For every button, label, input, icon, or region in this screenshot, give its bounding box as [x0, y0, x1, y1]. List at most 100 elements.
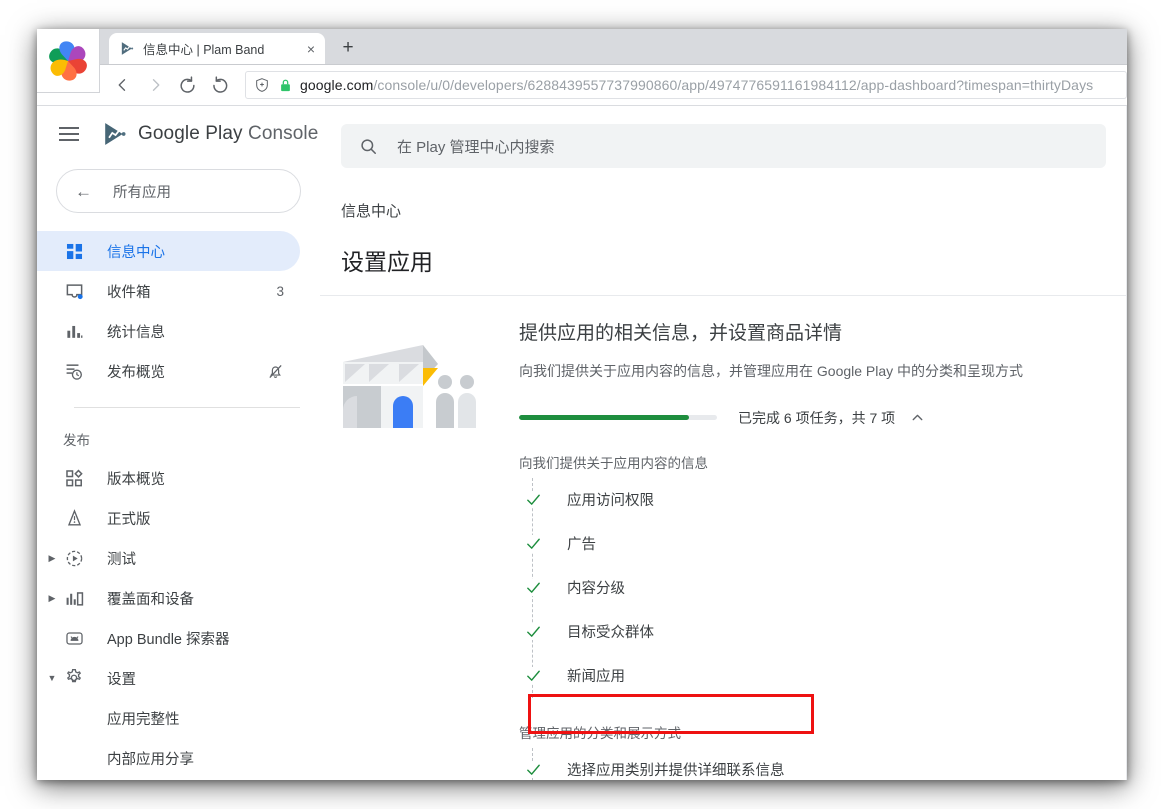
release-overview-icon	[63, 469, 85, 488]
check-icon	[519, 579, 547, 597]
chevron-up-icon[interactable]	[909, 409, 926, 426]
hamburger-menu-icon[interactable]	[59, 122, 83, 146]
card-heading: 提供应用的相关信息，并设置商品详情	[519, 323, 843, 344]
sidebar-item-release-overview[interactable]: 发布概览	[37, 351, 300, 391]
sidebar-item-internal-app-sharing[interactable]: 内部应用分享	[37, 738, 300, 778]
content-right-edge	[1126, 106, 1127, 780]
checklist-group-one: 应用访问权限 广告 内容分级 目标受众群体 新闻应用	[519, 477, 1127, 698]
inbox-icon	[63, 282, 85, 301]
browser-toolbar: google.com/console/u/0/developers/628843…	[37, 65, 1127, 106]
sidebar-item-label: 信息中心	[107, 244, 165, 261]
google-play-console-favicon	[119, 41, 135, 57]
check-icon	[519, 491, 547, 509]
sidebar-item-label: 测试	[107, 551, 136, 568]
checklist-item-target-audience[interactable]: 目标受众群体	[519, 610, 1127, 654]
setup-app-card-body: 提供应用的相关信息，并设置商品详情 向我们提供关于应用内容的信息，并管理应用在 …	[491, 322, 1127, 780]
sidebar-item-testing[interactable]: ▶ 测试	[37, 538, 300, 578]
sidebar-item-dashboard[interactable]: 信息中心	[37, 231, 300, 271]
secure-lock-icon	[279, 78, 292, 93]
sidebar-item-label: 覆盖面和设备	[107, 591, 194, 608]
brand-title: Google Play Console	[138, 123, 318, 145]
chevron-down-icon[interactable]: ▼	[45, 673, 59, 683]
checklist-group-one-label: 向我们提供关于应用内容的信息	[519, 455, 708, 471]
google-play-console-logo	[102, 120, 130, 148]
sidebar-item-label: 应用完整性	[107, 711, 180, 728]
page-title: 设置应用	[341, 249, 433, 275]
history-back-icon[interactable]	[205, 71, 233, 99]
testing-play-icon	[63, 549, 85, 568]
all-apps-label: 所有应用	[113, 184, 171, 201]
check-icon	[519, 535, 547, 553]
sidebar-item-label: 发布概览	[107, 364, 165, 381]
checklist-item-content-rating[interactable]: 内容分级	[519, 566, 1127, 610]
new-tab-button[interactable]: +	[335, 35, 361, 61]
reload-button[interactable]	[173, 71, 201, 99]
browser-tab-title: 信息中心 | Plam Band	[143, 43, 265, 57]
checklist-item-app-access[interactable]: 应用访问权限	[519, 478, 1127, 522]
checklist-item-select-category[interactable]: 选择应用类别并提供详细联系信息	[519, 748, 1127, 780]
sidebar-item-label: 设置	[107, 671, 136, 688]
sidebar-item-settings[interactable]: ▼ 设置	[37, 658, 300, 698]
screenshot-root: 信息中心 | Plam Band × + google.com/console/…	[0, 0, 1161, 809]
search-area: 在 Play 管理中心内搜索	[320, 106, 1127, 168]
url-path: /console/u/0/developers/6288439557737990…	[373, 77, 1094, 93]
close-icon[interactable]: ×	[303, 41, 319, 57]
url-host: google.com	[300, 77, 374, 93]
breadcrumb[interactable]: 信息中心	[320, 168, 1127, 221]
dashboard-grid-icon	[63, 242, 85, 261]
sidebar-item-app-bundle-explorer[interactable]: App Bundle 探索器	[37, 618, 300, 658]
progress-bar-fill	[519, 415, 690, 421]
sidebar-item-reach-devices[interactable]: ▶ 覆盖面和设备	[37, 578, 300, 618]
brand-title-secondary: Console	[248, 123, 319, 144]
card-subheading: 向我们提供关于应用内容的信息，并管理应用在 Google Play 中的分类和呈…	[519, 362, 1024, 379]
check-icon	[519, 667, 547, 685]
checklist-item-label: 选择应用类别并提供详细联系信息	[567, 763, 785, 780]
storefront-illustration	[341, 340, 491, 780]
app-bundle-icon	[63, 629, 85, 648]
tracking-protection-shield-icon[interactable]	[254, 77, 270, 93]
checklist-group-two: 选择应用类别并提供详细联系信息 设置商品详情 ›	[519, 747, 1127, 780]
browser-tab[interactable]: 信息中心 | Plam Band ×	[109, 33, 325, 64]
sidebar-item-label: 统计信息	[107, 324, 165, 341]
sidebar-item-app-integrity[interactable]: 应用完整性	[37, 698, 300, 738]
check-icon	[519, 623, 547, 641]
sidebar-item-label: 版本概览	[107, 471, 165, 488]
reach-devices-icon	[63, 589, 85, 608]
notifications-off-icon[interactable]	[267, 363, 284, 380]
sidebar-item-inbox[interactable]: 收件箱 3	[37, 271, 300, 311]
sidebar-primary-nav: 信息中心 收件箱 3 统计信息 发布概览 发布 版本概览 正式版 ▶ 测试 ▶ …	[37, 231, 320, 778]
bar-chart-icon	[63, 322, 85, 341]
gear-icon	[63, 668, 85, 688]
check-icon	[519, 761, 547, 779]
checklist-item-label: 目标受众群体	[567, 625, 654, 642]
address-bar-url: google.com/console/u/0/developers/628843…	[300, 77, 1093, 93]
arrow-left-icon: ←	[75, 181, 92, 201]
checklist-group-two-label: 管理应用的分类和展示方式	[519, 725, 681, 741]
all-apps-button[interactable]: ← 所有应用	[56, 169, 301, 213]
chevron-right-icon[interactable]: ▶	[45, 553, 59, 563]
setup-app-card: 提供应用的相关信息，并设置商品详情 向我们提供关于应用内容的信息，并管理应用在 …	[320, 296, 1127, 780]
search-placeholder: 在 Play 管理中心内搜索	[397, 138, 555, 156]
checklist-item-label: 应用访问权限	[567, 493, 654, 510]
address-bar[interactable]: google.com/console/u/0/developers/628843…	[245, 71, 1127, 99]
forward-button[interactable]	[141, 71, 169, 99]
sidebar-item-release-summary[interactable]: 版本概览	[37, 458, 300, 498]
chevron-right-icon[interactable]: ▶	[45, 593, 59, 603]
browser-tab-strip: 信息中心 | Plam Band × +	[37, 29, 1127, 93]
sidebar-item-label: App Bundle 探索器	[107, 631, 230, 648]
rocket-icon	[63, 508, 85, 528]
search-input[interactable]: 在 Play 管理中心内搜索	[341, 124, 1106, 168]
sidebar-brand-row: Google Play Console	[37, 106, 320, 162]
sidebar-item-statistics[interactable]: 统计信息	[37, 311, 300, 351]
back-button[interactable]	[109, 71, 137, 99]
sidebar-item-label: 收件箱	[107, 284, 151, 301]
browser-app-logo	[37, 29, 100, 93]
release-clock-icon	[63, 362, 85, 381]
progress-bar	[519, 415, 717, 421]
checklist-item-news-app[interactable]: 新闻应用	[519, 654, 1127, 698]
sidebar: Google Play Console ← 所有应用 信息中心 收件箱 3 统计…	[37, 106, 320, 780]
checklist-item-label: 新闻应用	[567, 669, 625, 686]
inbox-badge-count: 3	[276, 283, 284, 299]
sidebar-item-production[interactable]: 正式版	[37, 498, 300, 538]
checklist-item-ads[interactable]: 广告	[519, 522, 1127, 566]
